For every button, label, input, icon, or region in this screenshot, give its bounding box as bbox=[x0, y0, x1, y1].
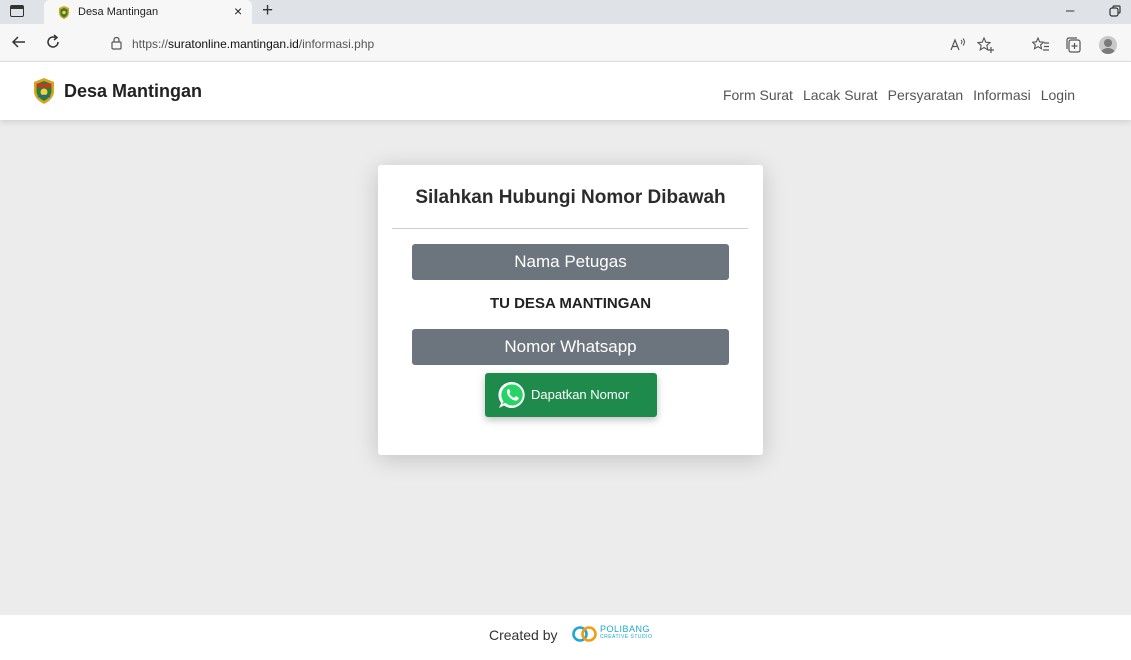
nav-link-form-surat[interactable]: Form Surat bbox=[723, 87, 793, 103]
village-emblem-icon[interactable] bbox=[33, 78, 55, 104]
nav-link-informasi[interactable]: Informasi bbox=[973, 87, 1031, 103]
main-content: Silahkan Hubungi Nomor Dibawah Nama Petu… bbox=[0, 120, 1131, 615]
officer-label-bar: Nama Petugas bbox=[412, 244, 729, 280]
nav-links: Form Surat Lacak Surat Persyaratan Infor… bbox=[723, 87, 1075, 103]
nav-link-login[interactable]: Login bbox=[1041, 87, 1075, 103]
read-aloud-icon[interactable] bbox=[949, 37, 967, 53]
profile-icon[interactable] bbox=[1099, 36, 1117, 54]
card-divider bbox=[392, 228, 748, 229]
footer-brand-subtitle: CREATIVE STUDIO bbox=[600, 634, 653, 640]
browser-tab[interactable]: Desa Mantingan × bbox=[44, 0, 252, 24]
footer-brand-name: POLIBANG bbox=[600, 624, 651, 634]
url-text[interactable]: https://suratonline.mantingan.id/informa… bbox=[132, 37, 374, 51]
url-path: /informasi.php bbox=[298, 37, 375, 51]
plus-icon[interactable]: + bbox=[262, 0, 273, 22]
nav-link-lacak-surat[interactable]: Lacak Surat bbox=[803, 87, 878, 103]
get-number-button[interactable]: Dapatkan Nomor bbox=[485, 373, 657, 417]
whatsapp-label-bar: Nomor Whatsapp bbox=[412, 329, 729, 365]
lock-icon[interactable] bbox=[110, 36, 123, 50]
collections-icon[interactable] bbox=[1064, 37, 1082, 53]
contact-card: Silahkan Hubungi Nomor Dibawah Nama Petu… bbox=[378, 165, 763, 455]
nav-link-persyaratan[interactable]: Persyaratan bbox=[888, 87, 963, 103]
card-title: Silahkan Hubungi Nomor Dibawah bbox=[415, 187, 726, 208]
polibang-logo-icon[interactable] bbox=[572, 625, 598, 643]
footer: Created by POLIBANG CREATIVE STUDIO bbox=[0, 615, 1131, 660]
url-prefix: https:// bbox=[132, 37, 169, 51]
site-navbar: Desa Mantingan Form Surat Lacak Surat Pe… bbox=[0, 62, 1131, 120]
close-icon[interactable]: × bbox=[234, 3, 242, 19]
footer-created-by: Created by bbox=[489, 627, 558, 643]
browser-tab-bar: Desa Mantingan × + – bbox=[0, 0, 1131, 24]
village-emblem-icon bbox=[59, 6, 69, 19]
tab-title: Desa Mantingan bbox=[78, 6, 159, 18]
favorites-add-icon[interactable] bbox=[977, 37, 995, 53]
back-arrow-icon[interactable] bbox=[10, 33, 28, 51]
favorites-icon[interactable] bbox=[1032, 37, 1050, 53]
brand-name[interactable]: Desa Mantingan bbox=[64, 81, 202, 102]
reload-icon[interactable] bbox=[44, 33, 62, 51]
whatsapp-icon bbox=[498, 381, 525, 408]
restore-icon[interactable] bbox=[1108, 4, 1122, 18]
officer-name: TU DESA MANTINGAN bbox=[489, 295, 652, 312]
get-number-label: Dapatkan Nomor bbox=[531, 387, 630, 402]
tab-actions-icon[interactable] bbox=[10, 5, 24, 17]
browser-address-bar: https://suratonline.mantingan.id/informa… bbox=[0, 24, 1131, 62]
url-host: suratonline.mantingan.id bbox=[168, 37, 299, 51]
minimize-icon[interactable]: – bbox=[1066, 2, 1074, 19]
